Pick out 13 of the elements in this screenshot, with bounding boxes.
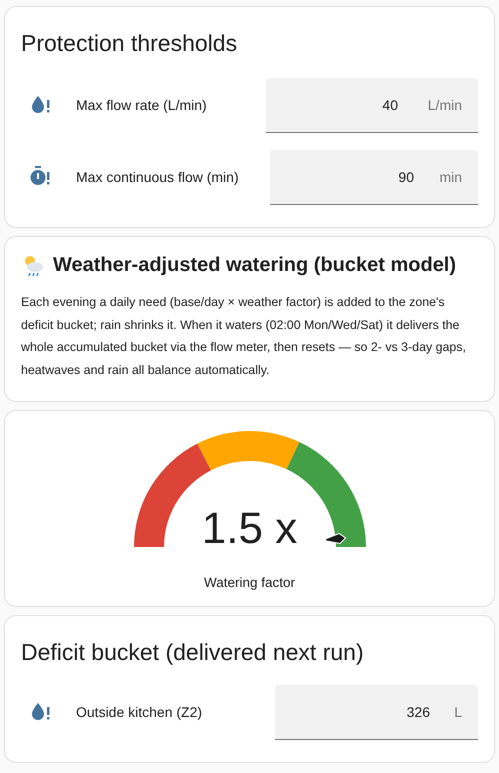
unit-label: min	[439, 169, 462, 185]
gauge-needle	[324, 532, 346, 544]
gauge-label: Watering factor	[204, 575, 296, 590]
description-text: Each evening a daily need (base/day × weather factor) is added to the zone's deficit bucket; rain shrinks it. When it waters (02:00 Mon/Wed/Sat) it delivers the whole accumulated bucket via the flow meter, then resets — so 2- vs 3-day gaps, heatwaves and rain all balance automatically.	[21, 294, 467, 379]
gauge-value: 1.5 x	[200, 505, 298, 553]
entity-label: Max continuous flow (min)	[76, 169, 240, 185]
unit-label: L/min	[428, 97, 462, 113]
card-title: Protection thresholds	[21, 29, 238, 58]
unit-label: L	[454, 704, 462, 720]
entity-label: Max flow rate (L/min)	[76, 97, 208, 113]
card-title: Weather-adjusted watering (bucket model)	[53, 254, 456, 276]
card-title: Deficit bucket (delivered next run)	[21, 638, 365, 667]
entity-label: Outside kitchen (Z2)	[76, 704, 204, 720]
